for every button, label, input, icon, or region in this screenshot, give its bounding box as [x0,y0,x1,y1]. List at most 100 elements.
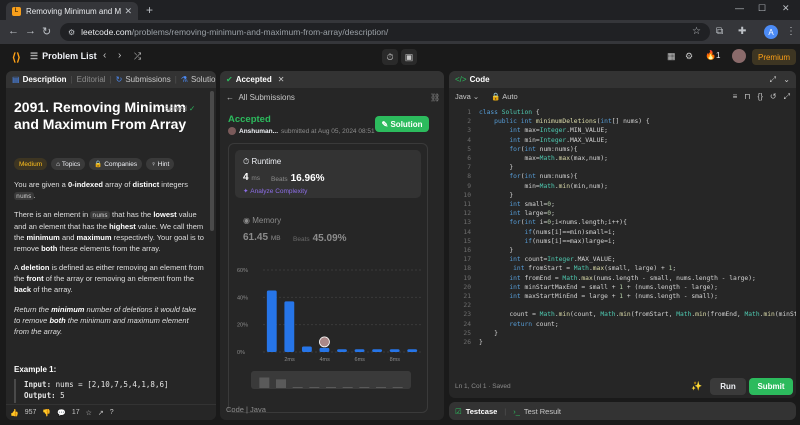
run-button[interactable]: Run [710,378,746,395]
minimize-icon[interactable]: — [735,3,744,13]
bookmark-star-icon[interactable]: ☆ [692,26,701,37]
companies-chip[interactable]: 🔒 Companies [89,158,143,170]
bar-4ms[interactable] [319,347,330,352]
code-line[interactable]: 14 if(nums[i]==min)small=i; [449,229,796,238]
new-tab-button[interactable]: + [146,3,153,17]
share-icon[interactable]: ↗ [98,409,104,417]
more-options-icon[interactable]: ⌄ [783,75,790,84]
extensions-puzzle-icon[interactable]: ✚ [738,26,746,37]
tab-testcase[interactable]: Testcase [466,407,498,416]
bar-9ms[interactable] [407,349,418,352]
tab-description[interactable]: Description [23,75,67,84]
dislike-icon[interactable]: 👎 [42,409,51,417]
like-icon[interactable]: 👍 [10,409,19,417]
runtime-card[interactable]: ⏱ Runtime 4 ms Beats 16.96% ✦ Analyze Com… [235,150,421,198]
analyze-complexity-link[interactable]: ✦ Analyze Complexity [243,187,307,195]
auto-mode[interactable]: 🔒 Auto [491,92,517,101]
code-line[interactable]: 6 max=Math.max(max,num); [449,155,796,164]
code-line[interactable]: 4 int min=Integer.MAX_VALUE; [449,137,796,146]
code-line[interactable]: 5 for(int num:nums){ [449,146,796,155]
browser-menu-icon[interactable]: ⋮ [786,26,796,37]
tab-solutions[interactable]: Solutio [191,75,215,84]
tab-test-result[interactable]: Test Result [524,407,561,416]
code-line[interactable]: 15 if(nums[i]==max)large=i; [449,238,796,247]
hint-chip[interactable]: ♀ Hint [146,158,175,170]
link-icon[interactable]: ⛓ [430,93,440,102]
browser-tab[interactable]: L Removing Minimum and Maxim ✕ [6,2,138,20]
reset-icon[interactable]: ↺ [770,92,777,102]
close-tab-icon[interactable]: ✕ [278,75,285,84]
code-line[interactable]: 20 int minStartMaxEnd = small + 1 + (num… [449,284,796,293]
forward-icon[interactable]: → [25,25,36,37]
close-window-icon[interactable]: ✕ [782,3,790,14]
code-line[interactable]: 12 int large=0; [449,210,796,219]
code-line[interactable]: 24 return count; [449,321,796,330]
code-line[interactable]: 2 public int minimumDeletions(int[] nums… [449,118,796,127]
profile-avatar[interactable]: A [764,25,778,39]
extension-icon[interactable]: ⧉ [716,26,723,37]
expand-icon[interactable]: ⤢ [770,75,776,85]
bar-1ms[interactable] [266,290,277,353]
notes-icon[interactable]: ▣ [401,49,417,65]
username[interactable]: Anshuman... [239,128,278,135]
problem-list-link[interactable]: ☰ Problem List [30,51,97,62]
back-icon[interactable]: ← [8,25,19,37]
streak-fire-icon[interactable]: 🔥 [705,50,716,61]
bar-8ms[interactable] [389,349,400,352]
ai-assist-icon[interactable]: ✨ [691,381,702,392]
url-bar[interactable]: ⚙ leetcode.com/problems/removing-minimum… [60,23,710,41]
code-line[interactable]: 26} [449,339,796,348]
layout-icon[interactable]: ▦ [667,51,676,62]
site-info-icon[interactable]: ⚙ [68,28,75,37]
code-line[interactable]: 9 min=Math.min(min,num); [449,183,796,192]
code-line[interactable]: 25 } [449,330,796,339]
bar-7ms[interactable] [372,349,383,352]
code-line[interactable]: 10 } [449,192,796,201]
tab-accepted[interactable]: Accepted [236,75,272,84]
code-editor[interactable]: 1 class Solution {2 public int minimumDel… [449,109,796,377]
runtime-distribution-chart[interactable]: 60% 40% 20% 0% 2ms 4ms 6ms 8ms [235,262,425,372]
help-icon[interactable]: ? [110,409,114,416]
maximize-icon[interactable]: ☐ [758,3,766,14]
star-icon[interactable]: ☆ [86,409,92,417]
reload-icon[interactable]: ↻ [42,25,51,38]
code-line[interactable]: 17 int count=Integer.MAX_VALUE; [449,256,796,265]
settings-icon[interactable]: ⚙ [685,51,693,62]
memory-label[interactable]: ◉ Memory [243,216,281,225]
bar-3ms[interactable] [301,346,312,352]
all-submissions-link[interactable]: ← All Submissions [226,93,295,102]
bar-5ms[interactable] [337,349,347,352]
bookmark-icon[interactable]: ⊓ [744,92,750,102]
code-line[interactable]: 13 for(int i=0;i<nums.length;i++){ [449,219,796,228]
comment-icon[interactable]: 💬 [57,409,66,417]
code-line[interactable]: 11 int small=0; [449,201,796,210]
leetcode-logo-icon[interactable]: ⟨⟩ [12,51,21,64]
shuffle-icon[interactable]: ⤮ [134,51,141,62]
tab-code[interactable]: Code [470,75,490,84]
braces-icon[interactable]: {} [758,92,763,102]
tab-editorial[interactable]: Editorial [77,75,106,84]
next-problem-icon[interactable]: › [118,50,121,61]
code-line[interactable]: 3 int max=Integer.MIN_VALUE; [449,127,796,136]
code-line[interactable]: 23 count = Math.min(count, Math.min(from… [449,311,796,320]
code-line[interactable]: 8 for(int num:nums){ [449,173,796,182]
bar-6ms[interactable] [354,349,365,352]
code-line[interactable]: 21 int maxStartMinEnd = large + 1 + (num… [449,293,796,302]
fullscreen-icon[interactable]: ⤢ [784,92,790,102]
user-avatar[interactable] [732,49,746,63]
timer-icon[interactable]: ⏱ [382,49,398,65]
format-icon[interactable]: ≡ [733,92,738,102]
code-line[interactable]: 1 class Solution { [449,109,796,118]
close-tab-icon[interactable]: ✕ [124,6,132,17]
prev-problem-icon[interactable]: ‹ [103,50,106,61]
solution-button[interactable]: ✎ Solution [375,116,429,132]
tab-submissions[interactable]: Submissions [125,75,170,84]
code-line[interactable]: 19 int fromEnd = Math.max(nums.length - … [449,275,796,284]
distribution-range-slider[interactable] [251,371,411,389]
difficulty-badge[interactable]: Medium [14,158,48,170]
code-line[interactable]: 7 } [449,164,796,173]
language-select[interactable]: Java ⌄ [455,92,479,101]
submit-button[interactable]: Submit [749,378,793,395]
code-line[interactable]: 18 int fromStart = Math.max(small, large… [449,265,796,274]
scrollbar[interactable] [210,91,214,231]
